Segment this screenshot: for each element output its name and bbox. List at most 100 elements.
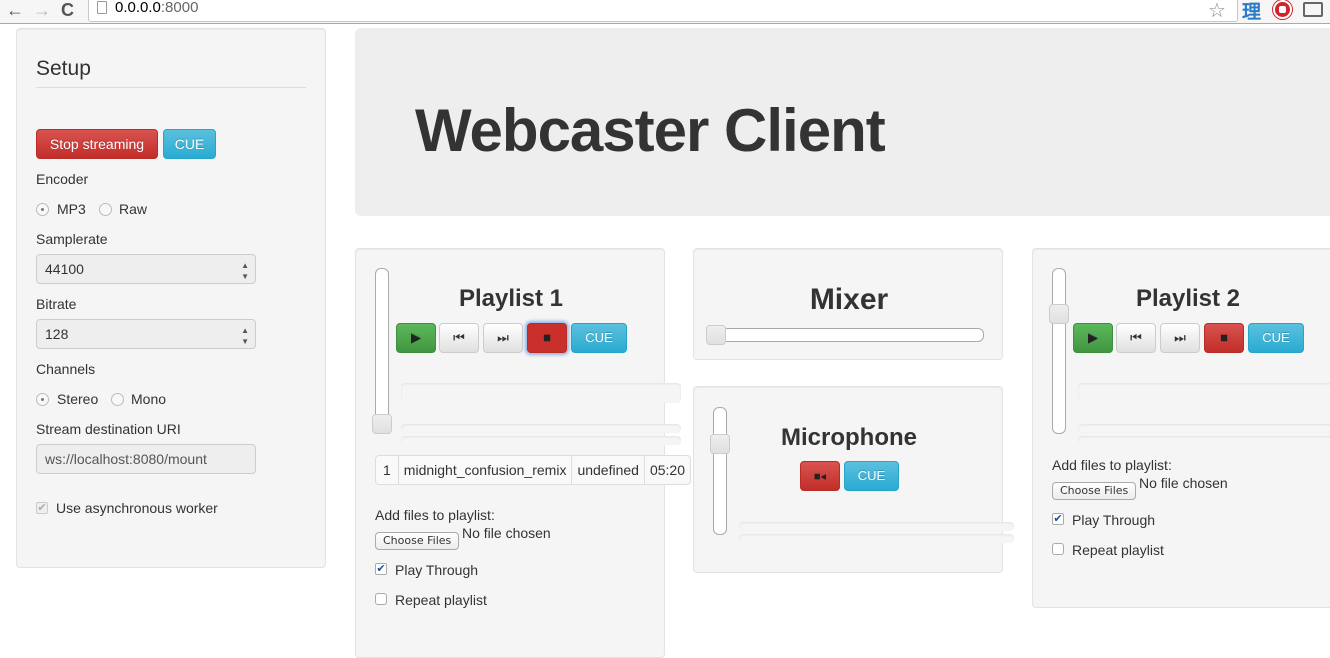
back-icon[interactable]: ← [6,0,24,20]
page-title: Webcaster Client [415,97,886,164]
playlist1-panel: Playlist 1 ▶ ⏮ ⏭ ■ CUE 1 midnight_confus… [355,248,691,658]
playlist2-volume-slider[interactable] [1052,268,1066,434]
playlist2-progress-bar [1078,383,1330,403]
bitrate-label: Bitrate [36,296,77,312]
microphone-vu-left [739,522,1014,531]
playlist2-cue-button[interactable]: CUE [1248,323,1304,353]
setup-panel: Setup Stop streaming CUE Encoder MP3 Raw… [16,28,326,568]
playlist1-add-files-label: Add files to playlist: [375,507,495,523]
microphone-cue-button[interactable]: CUE [844,461,899,491]
async-worker-checkbox[interactable]: ✔ [36,502,48,514]
playlist1-repeat-label: Repeat playlist [395,592,487,608]
address-bar[interactable]: 0.0.0.0:8000 [88,0,1238,22]
mixer-panel: Mixer [693,248,1003,360]
forward-icon[interactable]: → [33,0,51,20]
cast-icon[interactable] [1303,2,1323,17]
playlist1-cue-button[interactable]: CUE [571,323,627,353]
previous-icon: ⏮ [1130,330,1142,345]
track-duration: 05:20 [643,456,690,484]
next-icon: ⏭ [497,330,509,345]
mixer-crossfader[interactable] [709,328,984,342]
reload-icon[interactable]: C [61,0,74,20]
samplerate-select[interactable]: 44100 ▲ ▼ [36,254,256,284]
playlist1-previous-button[interactable]: ⏮ [439,323,479,353]
playlist2-play-through-checkbox[interactable]: ✔ [1052,513,1064,525]
microphone-panel: Microphone ■◂ CUE [693,386,1014,573]
playlist1-play-through-checkbox[interactable]: ✔ [375,563,387,575]
microphone-record-button[interactable]: ■◂ [800,461,840,491]
playlist2-next-button[interactable]: ⏭ [1160,323,1200,353]
stop-streaming-button[interactable]: Stop streaming [36,129,158,159]
playlist1-progress-bar [401,383,681,403]
browser-toolbar: ← → C 0.0.0.0:8000 ☆ 理 [0,0,1330,24]
playlist1-no-file-label: No file chosen [462,525,551,541]
playlist1-play-button[interactable]: ▶ [396,323,436,353]
playlist2-no-file-label: No file chosen [1139,475,1228,491]
setup-cue-button[interactable]: CUE [163,129,216,159]
uri-label: Stream destination URI [36,421,181,437]
playlist1-vu-left [401,424,681,433]
encoder-raw-label: Raw [119,201,148,217]
playlist2-stop-button[interactable]: ■ [1204,323,1244,353]
select-arrows-icon: ▲ ▼ [241,326,249,346]
translate-extension-icon[interactable]: 理 [1242,0,1261,24]
channels-mono-label: Mono [131,391,167,407]
async-worker-label: Use asynchronous worker [56,500,218,516]
bitrate-select[interactable]: 128 ▲ ▼ [36,319,256,349]
stop-icon: ■ [1220,330,1228,345]
divider [36,87,306,88]
channels-label: Channels [36,361,96,377]
playlist2-choose-files-button[interactable]: Choose Files [1052,482,1137,500]
playlist1-repeat-checkbox[interactable] [375,593,387,605]
playlist1-stop-button[interactable]: ■ [527,323,567,353]
track-artist: undefined [571,456,644,484]
microphone-vu-right [739,534,1014,543]
track-index: 1 [383,462,391,478]
encoder-mp3-label: MP3 [57,201,86,217]
playlist1-vu-right [401,436,681,445]
microphone-title: Microphone [781,424,917,451]
playlist1-track-row[interactable]: 1 midnight_confusion_remix undefined 05:… [375,455,691,485]
adblock-extension-icon[interactable] [1273,0,1292,19]
playlist2-repeat-label: Repeat playlist [1072,542,1164,558]
channels-mono-radio[interactable] [111,393,124,406]
track-name: midnight_confusion_remix [397,456,572,484]
playlist1-next-button[interactable]: ⏭ [483,323,523,353]
microphone-volume-slider[interactable] [713,407,727,535]
playlist2-previous-button[interactable]: ⏮ [1116,323,1156,353]
play-icon: ▶ [411,330,421,345]
playlist2-title: Playlist 2 [1135,285,1241,312]
encoder-raw-radio[interactable] [99,203,112,216]
playlist1-volume-handle[interactable] [372,414,392,434]
uri-input[interactable]: ws://localhost:8080/mount [36,444,256,474]
playlist1-title: Playlist 1 [458,285,564,312]
microphone-volume-handle[interactable] [710,433,730,454]
channels-stereo-label: Stereo [57,391,99,407]
playlist2-vu-left [1078,424,1330,433]
playlist2-repeat-checkbox[interactable] [1052,543,1064,555]
playlist2-play-button[interactable]: ▶ [1073,323,1113,353]
play-icon: ▶ [1088,330,1098,345]
playlist2-add-files-label: Add files to playlist: [1052,457,1172,473]
mixer-crossfader-handle[interactable] [706,325,726,345]
playlist1-choose-files-button[interactable]: Choose Files [375,532,460,550]
playlist2-panel: Playlist 2 ▶ ⏮ ⏭ ■ CUE Add files to play… [1032,248,1330,608]
select-arrows-icon: ▲ ▼ [241,261,249,281]
next-icon: ⏭ [1174,330,1186,345]
playlist1-volume-slider[interactable] [375,268,389,433]
playlist2-play-through-label: Play Through [1072,512,1156,528]
samplerate-value: 44100 [45,261,84,277]
encoder-mp3-radio[interactable] [36,203,49,216]
url-text: 0.0.0.0:8000 [115,0,199,16]
mixer-title: Mixer [809,283,889,316]
playlist1-play-through-label: Play Through [395,562,479,578]
encoder-label: Encoder [36,171,89,187]
previous-icon: ⏮ [453,330,465,345]
bookmark-star-icon[interactable]: ☆ [1208,0,1226,23]
playlist2-volume-handle[interactable] [1049,304,1069,324]
stop-icon: ■ [543,330,551,345]
channels-stereo-radio[interactable] [36,393,49,406]
samplerate-label: Samplerate [36,231,108,247]
header-jumbotron: Webcaster Client [355,28,1330,216]
playlist2-vu-right [1078,436,1330,445]
